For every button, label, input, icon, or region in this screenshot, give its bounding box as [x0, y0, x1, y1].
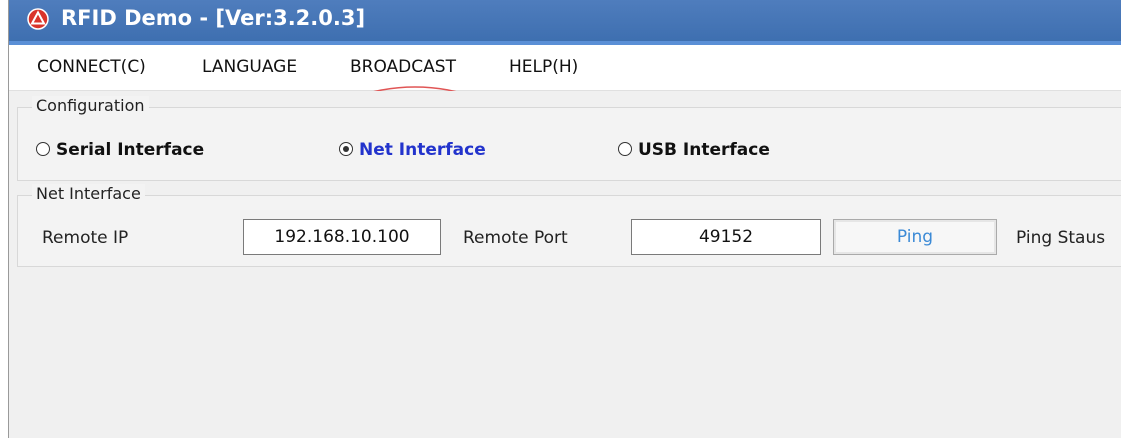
radio-circle[interactable] [36, 142, 50, 156]
configuration-group: Configuration Serial Interface Net Inter… [17, 96, 1121, 181]
remote-ip-label: Remote IP [42, 228, 129, 248]
ping-status-label: Ping Staus [1016, 228, 1106, 248]
outer-frame [0, 0, 8, 438]
radio-circle[interactable] [618, 142, 632, 156]
remote-port-input[interactable]: 49152 [631, 219, 821, 255]
app-logo-icon [27, 8, 49, 30]
net-interface-group: Net Interface Remote IP 192.168.10.100 R… [17, 184, 1121, 267]
menu-bar: CONNECT(C) LANGUAGE BROADCAST HELP(H) [9, 45, 1121, 170]
menu-language[interactable]: LANGUAGE [202, 57, 297, 77]
title-bar[interactable]: RFID Demo - [Ver:3.2.0.3] [9, 0, 1121, 41]
radio-usb-label: USB Interface [638, 140, 770, 160]
ping-button[interactable]: Ping [833, 219, 997, 255]
remote-port-label: Remote Port [463, 228, 568, 248]
menu-connect[interactable]: CONNECT(C) [37, 57, 146, 77]
radio-net-label: Net Interface [359, 140, 486, 160]
main-content: Configuration Serial Interface Net Inter… [9, 91, 1121, 438]
radio-circle-selected[interactable] [339, 142, 353, 156]
radio-serial-label: Serial Interface [56, 140, 205, 160]
net-interface-legend: Net Interface [32, 184, 145, 203]
menu-broadcast[interactable]: BROADCAST [350, 57, 456, 77]
remote-ip-input[interactable]: 192.168.10.100 [243, 219, 441, 255]
configuration-legend: Configuration [32, 96, 149, 115]
app-window: RFID Demo - [Ver:3.2.0.3] CONNECT(C) LAN… [8, 0, 1121, 438]
menu-help[interactable]: HELP(H) [509, 57, 578, 77]
window-title: RFID Demo - [Ver:3.2.0.3] [61, 6, 366, 30]
